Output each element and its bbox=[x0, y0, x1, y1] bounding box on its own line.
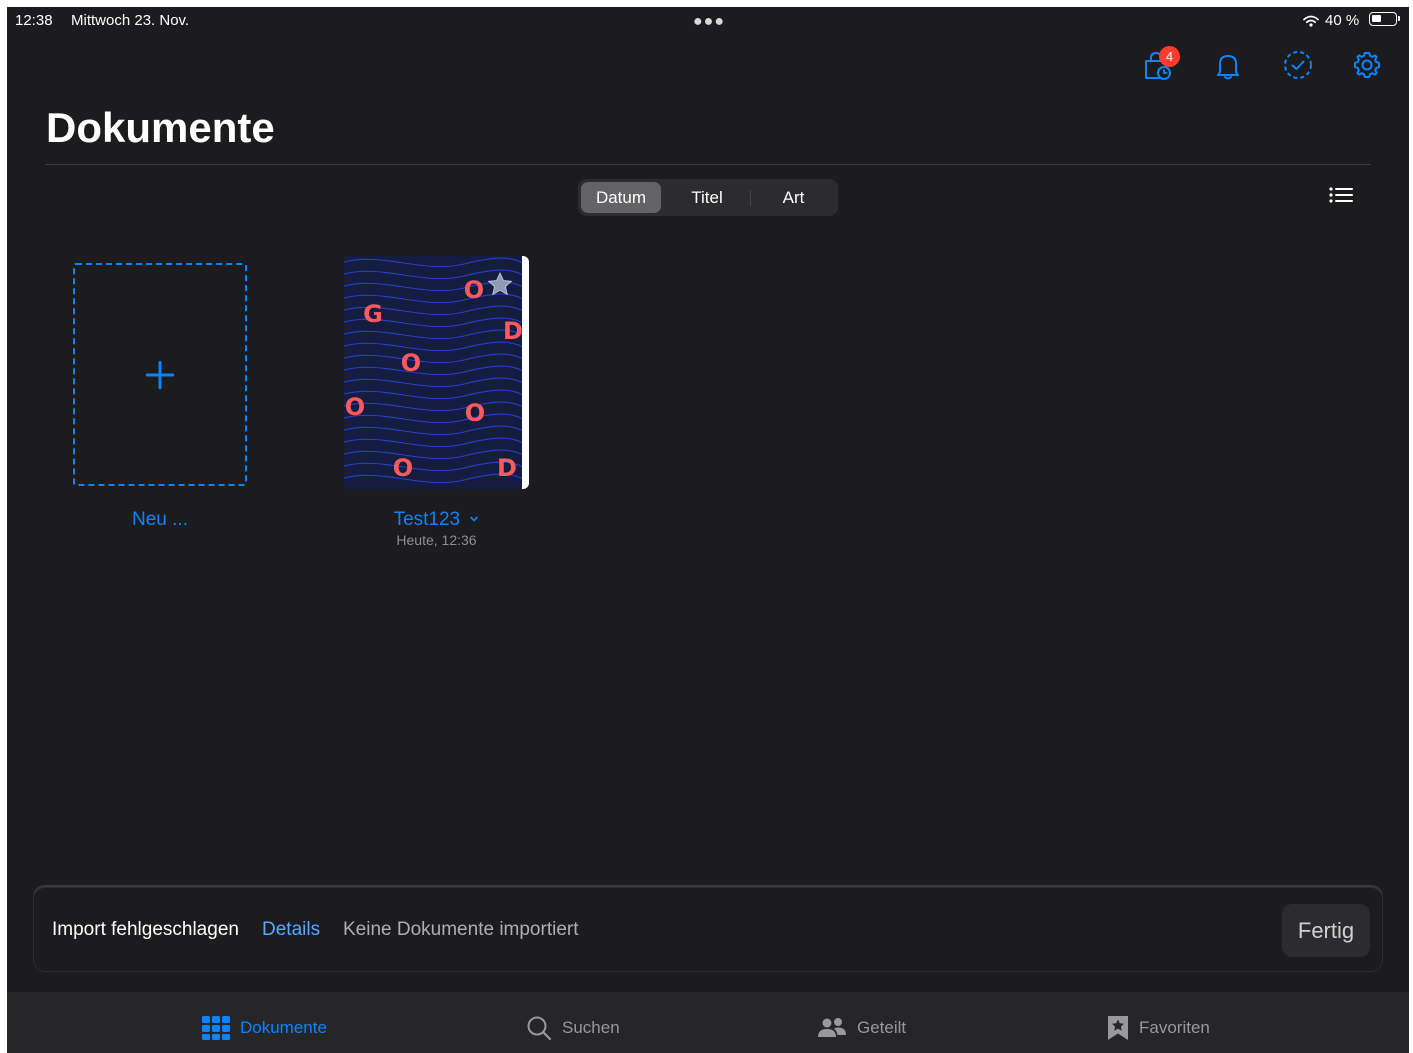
sort-option-titel[interactable]: Titel bbox=[665, 182, 749, 213]
checkmark-circle-dashed-icon[interactable] bbox=[1281, 48, 1315, 82]
cover-letter: O bbox=[464, 276, 484, 304]
segment-divider bbox=[750, 190, 751, 206]
cover-letter: D bbox=[503, 317, 523, 345]
list-view-icon[interactable] bbox=[1327, 185, 1357, 209]
import-details-link[interactable]: Details bbox=[262, 919, 320, 941]
tab-favoriten[interactable]: Favoriten bbox=[1107, 1013, 1210, 1043]
chevron-down-icon[interactable] bbox=[469, 515, 479, 523]
document-title[interactable]: Test123 bbox=[344, 509, 529, 531]
title-divider bbox=[45, 164, 1371, 165]
tab-label-suchen: Suchen bbox=[562, 1018, 620, 1037]
magnifier-icon bbox=[527, 1016, 552, 1041]
sort-option-datum[interactable]: Datum bbox=[581, 182, 661, 213]
page-title: Dokumente bbox=[46, 104, 275, 151]
ipad-screen: 12:38 Mittwoch 23. Nov. ●●● 40 % 4 Dokum… bbox=[7, 7, 1409, 1053]
sort-option-art[interactable]: Art bbox=[752, 182, 835, 213]
document-name[interactable]: Test123 bbox=[394, 509, 461, 530]
battery-icon bbox=[1369, 12, 1400, 26]
sort-segmented-control: Datum Titel Art bbox=[578, 179, 838, 216]
gear-icon[interactable] bbox=[1350, 48, 1384, 82]
tab-suchen[interactable]: Suchen bbox=[526, 1013, 620, 1043]
bell-icon[interactable] bbox=[1211, 49, 1245, 83]
import-message: Keine Dokumente importiert bbox=[343, 919, 579, 940]
battery-percent: 40 % bbox=[1325, 12, 1360, 29]
document-date: Heute, 12:36 bbox=[396, 532, 477, 548]
bookmark-star-icon bbox=[1108, 1016, 1128, 1040]
grid-icon bbox=[202, 1016, 230, 1040]
status-time: 12:38 bbox=[15, 12, 53, 29]
cover-page-edge bbox=[522, 256, 529, 489]
notification-badge: 4 bbox=[1159, 46, 1180, 67]
tab-label-geteilt: Geteilt bbox=[857, 1018, 907, 1037]
cover-letter: D bbox=[497, 454, 517, 482]
cover-letter: O bbox=[401, 349, 421, 377]
tab-label-dokumente: Dokumente bbox=[240, 1018, 327, 1037]
cover-letter: O bbox=[465, 399, 485, 427]
people-icon bbox=[818, 1018, 846, 1037]
new-document-label[interactable]: Neu ... bbox=[73, 509, 247, 531]
wifi-icon bbox=[1303, 15, 1319, 27]
tab-label-favoriten: Favoriten bbox=[1139, 1018, 1210, 1037]
cover-letter: O bbox=[345, 393, 365, 421]
new-document-button[interactable] bbox=[73, 263, 247, 486]
multitasking-dots-icon[interactable]: ●●● bbox=[693, 13, 725, 31]
cover-letter: O bbox=[393, 454, 413, 482]
document-thumbnail[interactable]: O G D O O O O D bbox=[344, 256, 529, 489]
done-button[interactable]: Fertig bbox=[1282, 904, 1370, 957]
tab-geteilt[interactable]: Geteilt bbox=[817, 1013, 906, 1043]
plus-icon bbox=[145, 360, 175, 390]
status-date: Mittwoch 23. Nov. bbox=[71, 12, 190, 29]
cover-letter: G bbox=[363, 300, 383, 328]
import-status-title: Import fehlgeschlagen bbox=[52, 919, 239, 940]
battery-fill bbox=[1372, 15, 1381, 22]
tab-dokumente[interactable]: Dokumente bbox=[202, 1013, 327, 1043]
